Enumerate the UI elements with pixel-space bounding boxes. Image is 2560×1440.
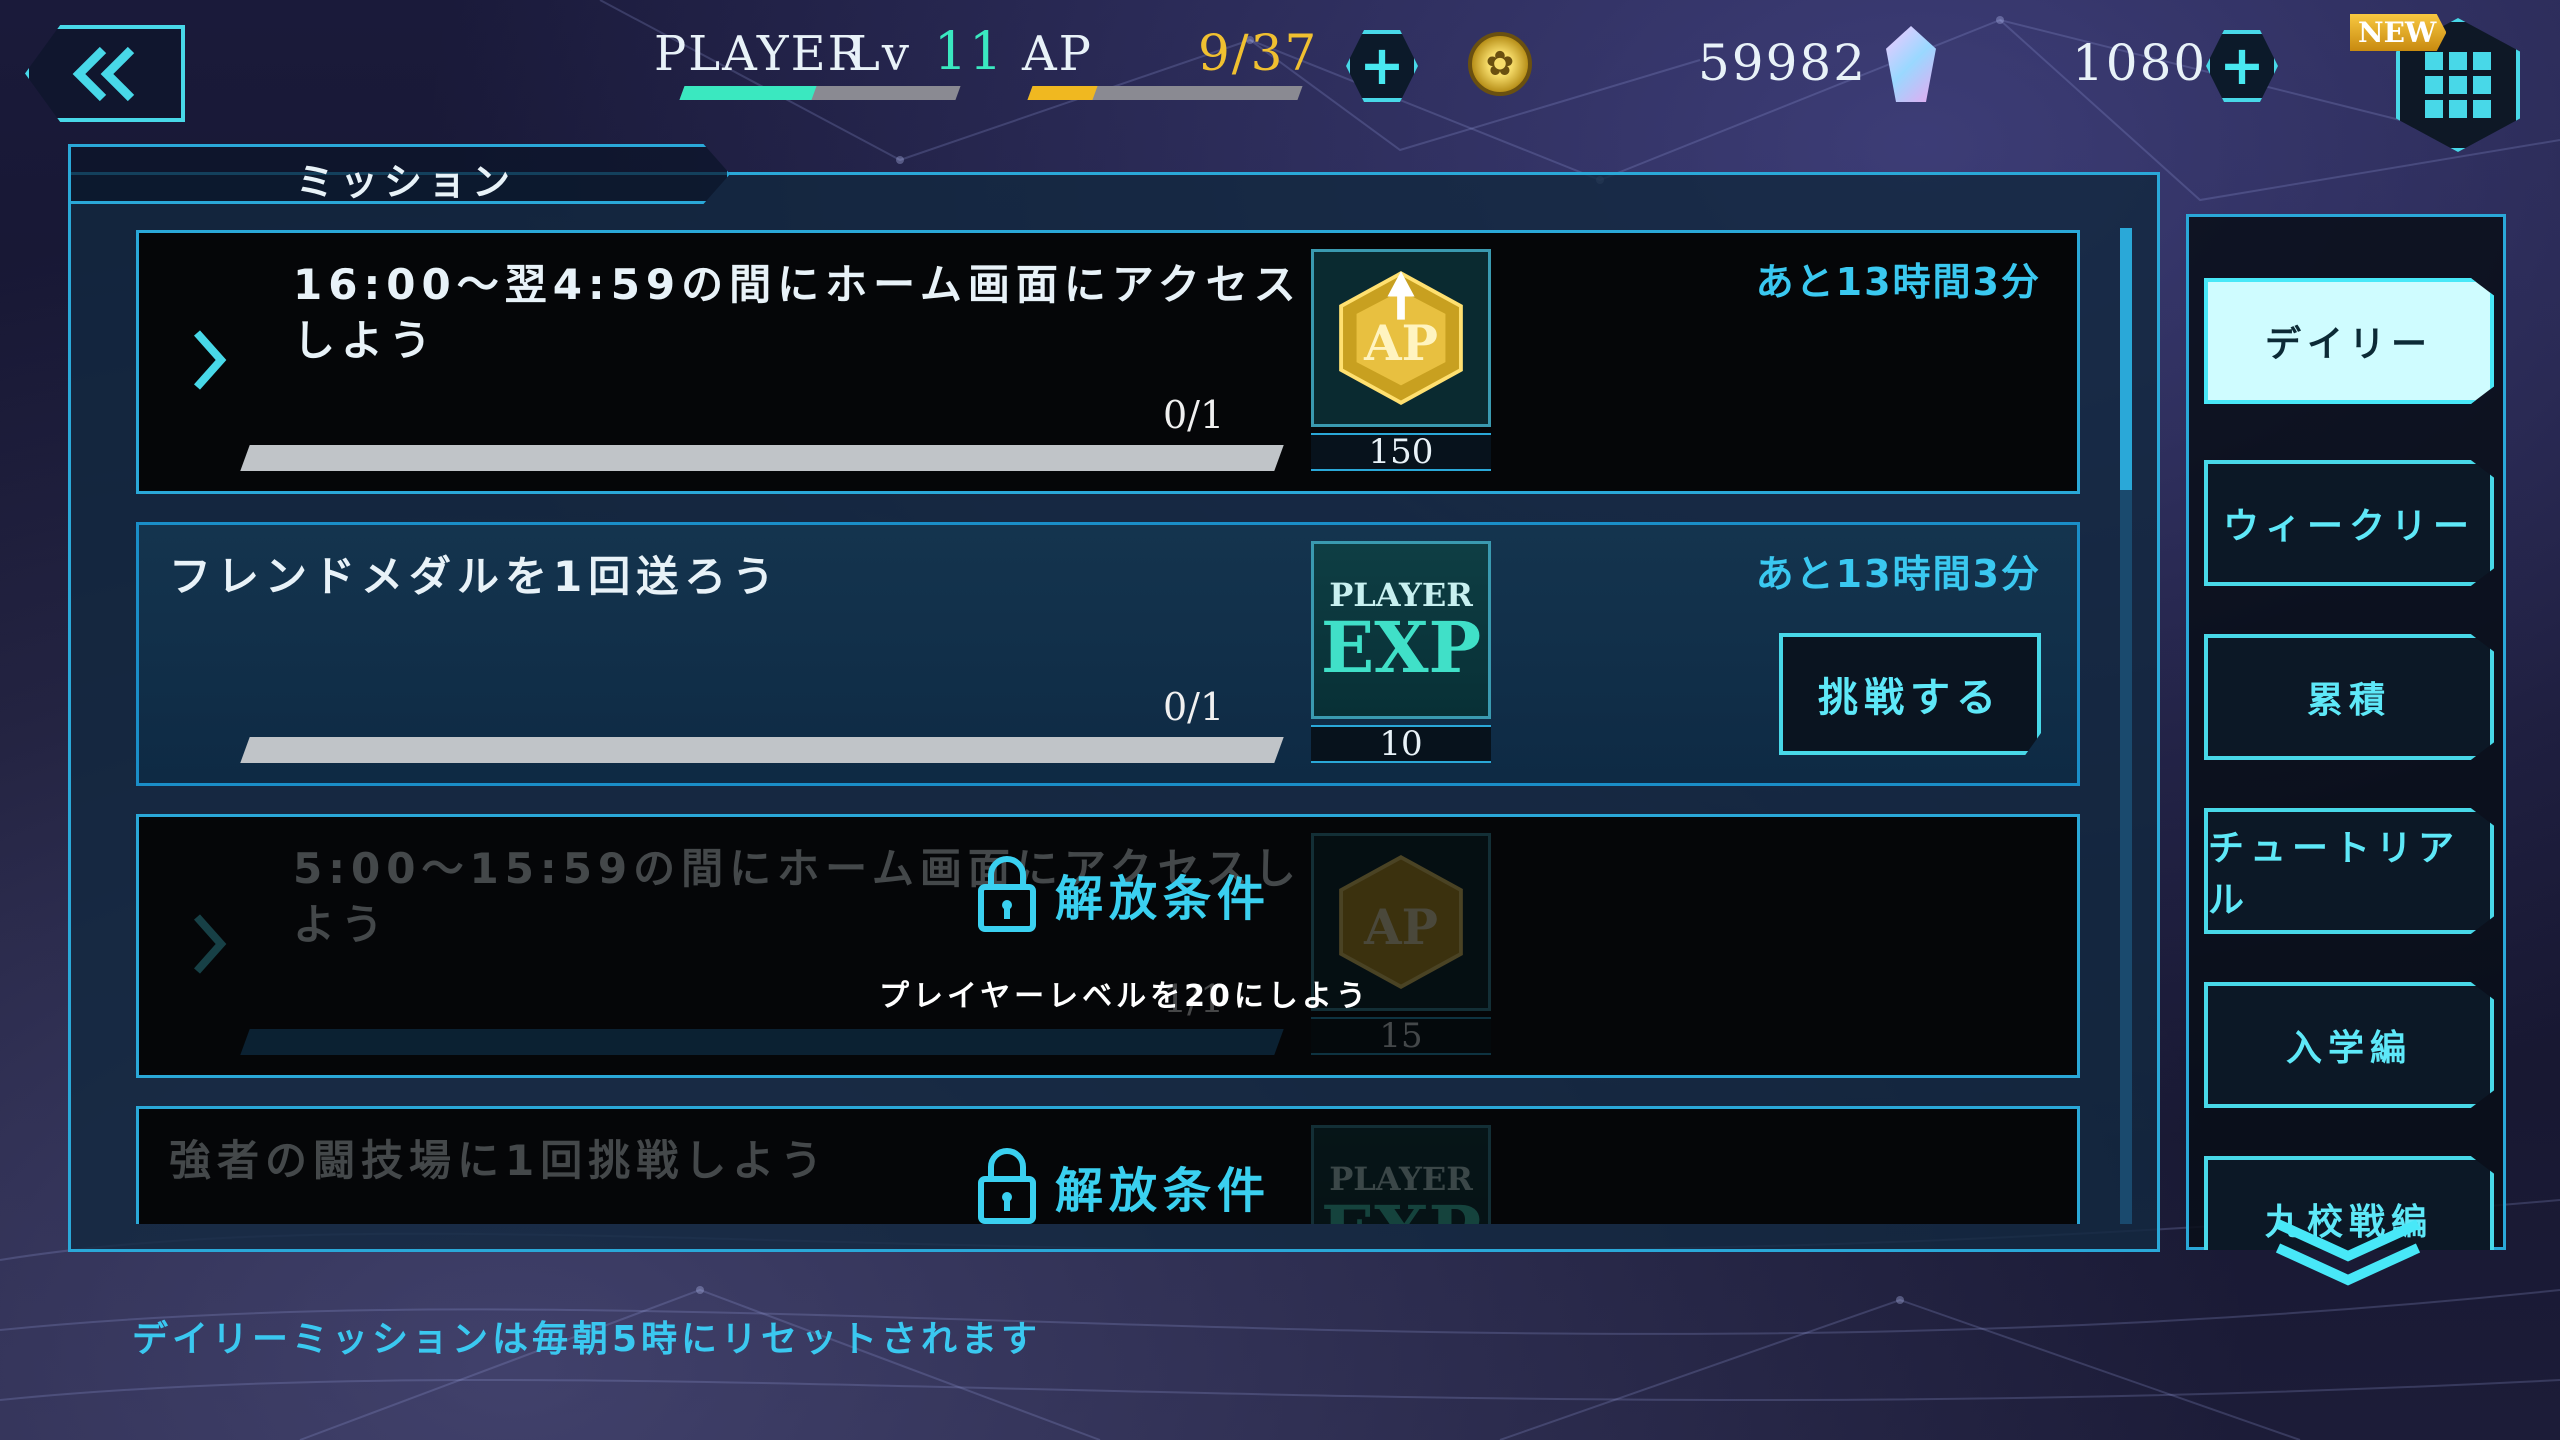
double-chevron-left-icon: [72, 46, 135, 101]
ap-progress-fill: [1027, 86, 1098, 100]
reward-amount: 10: [1311, 725, 1491, 763]
player-level: 11: [934, 22, 1005, 82]
unlock-condition-label: 解放条件: [1055, 1163, 1272, 1219]
player-label: PLAYER: [654, 26, 866, 82]
mission-progress-count: 0/1: [1163, 685, 1225, 729]
coin-icon: ✿: [1468, 32, 1532, 96]
mission-title: 16:00～翌4:59の間にホーム画面にアクセスしよう: [293, 260, 1302, 365]
tab-tutorial[interactable]: チュートリアル: [2204, 808, 2494, 934]
double-chevron-down-icon[interactable]: [2268, 1214, 2428, 1290]
lock-icon: [978, 1148, 1036, 1224]
level-progress-fill: [679, 86, 818, 100]
mission-progress-bar: [240, 1029, 1284, 1055]
unlock-condition-label: 解放条件: [1055, 871, 1272, 927]
plus-icon: +: [1359, 34, 1405, 97]
tab-weekly[interactable]: ウィークリー: [2204, 460, 2494, 586]
tab-enrollment-arc[interactable]: 入学編: [2204, 982, 2494, 1108]
mission-progress-bar: [240, 445, 1284, 471]
panel-title-tab: ミッション: [68, 144, 730, 204]
ap-reward-icon: AP: [1311, 249, 1491, 427]
category-tabs: デイリー ウィークリー 累積 チュートリアル 入学編 九校戦編: [2186, 214, 2506, 1250]
tab-cumulative[interactable]: 累積: [2204, 634, 2494, 760]
mission-timer: あと13時間3分: [1755, 260, 2041, 304]
player-exp-reward-icon: PLAYER EXP: [1311, 1125, 1491, 1224]
reset-notice: デイリーミッションは毎朝5時にリセットされます: [132, 1319, 1042, 1360]
plus-icon: +: [2219, 34, 2265, 97]
challenge-button[interactable]: 挑戦する: [1779, 633, 2041, 755]
coin-count: 59982: [1698, 34, 1868, 92]
mission-item-home-access-daytime: 5:00～15:59の間にホーム画面にアクセスしよう 1/1 AP 15 解放条…: [136, 814, 2080, 1078]
mission-timer: あと13時間3分: [1755, 552, 2041, 596]
new-badge: NEW: [2350, 14, 2447, 51]
mission-list[interactable]: 16:00～翌4:59の間にホーム画面にアクセスしよう 0/1 AP 150 あ…: [80, 210, 2100, 1224]
gem-count: 1080: [2072, 34, 2208, 92]
level-progress-bar: [679, 86, 961, 100]
tab-daily[interactable]: デイリー: [2204, 278, 2494, 404]
mission-item-home-access-evening[interactable]: 16:00～翌4:59の間にホーム画面にアクセスしよう 0/1 AP 150 あ…: [136, 230, 2080, 494]
chevron-right-icon: [194, 914, 227, 974]
lock-icon: [978, 856, 1036, 932]
level-label: Lv: [848, 26, 911, 82]
scrollbar-thumb[interactable]: [2120, 228, 2132, 490]
mission-progress-bar: [240, 737, 1284, 763]
ap-value: 9/37: [1198, 24, 1319, 82]
panel-title: ミッション: [296, 160, 517, 204]
unlock-condition-header: 解放条件: [977, 1147, 1271, 1224]
unlock-condition-header: 解放条件: [977, 855, 1271, 933]
ap-progress-bar: [1027, 86, 1303, 100]
reward-amount: 15: [1311, 1017, 1491, 1055]
mission-item-send-friend-medal[interactable]: フレンドメダルを1回送ろう 0/1 PLAYER EXP 10 あと13時間3分…: [136, 522, 2080, 786]
mission-list-scrollbar[interactable]: [2120, 228, 2132, 1224]
mission-item-arena-challenge: 強者の闘技場に1回挑戦しよう PLAYER EXP 解放条件: [136, 1106, 2080, 1224]
unlock-condition-text: プレイヤーレベルを20にしよう: [879, 979, 1370, 1014]
player-exp-reward-icon: PLAYER EXP: [1311, 541, 1491, 719]
svg-text:AP: AP: [1363, 316, 1438, 372]
mission-title: フレンドメダルを1回送ろう: [169, 552, 781, 601]
ap-label: AP: [1022, 26, 1093, 82]
reward-amount: 150: [1311, 433, 1491, 471]
chevron-right-icon: [194, 330, 227, 390]
mission-progress-count: 0/1: [1163, 393, 1225, 437]
svg-text:AP: AP: [1363, 900, 1438, 956]
